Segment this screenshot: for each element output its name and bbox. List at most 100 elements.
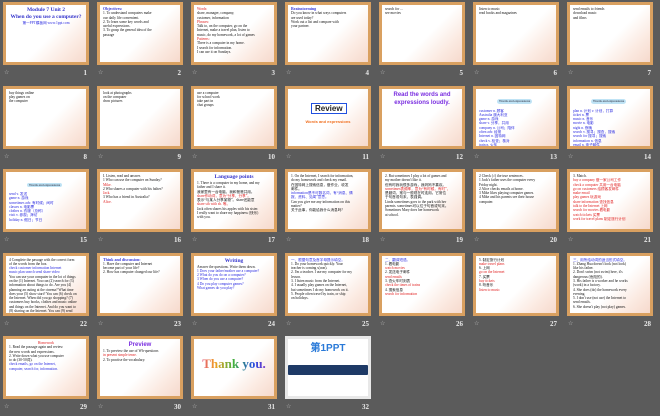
slide-thumbnail[interactable]: Writing Answer the questions. Write them … (191, 252, 277, 316)
slide-content: 二、翻译短语。 1. 看电影 watch movies 2. 发送电子邮件 se… (385, 258, 459, 311)
slide-number: 12 (456, 152, 463, 161)
slide-transition-icon: ☆ (98, 320, 104, 327)
slide-text-line: search for information (385, 291, 418, 296)
slide-thumbnail-cell: search for ... see movies ☆ 5 (379, 2, 465, 82)
slide-thumbnail[interactable]: Brainstorming Do you know in what ways co… (285, 2, 371, 65)
slide-content: look at photographs on the computer draw… (103, 91, 177, 144)
slide-thumbnail[interactable]: Words and expressions customer n. 顾客 Aus… (473, 85, 559, 149)
slide-transition-icon: ☆ (380, 237, 386, 243)
slide-thumbnail[interactable]: Think and discussion: 1. Have the compute… (97, 252, 183, 316)
slide-text-line: Read the words and (393, 91, 451, 98)
slide-thumbnail[interactable]: Homework 1. Read the passage again and re… (3, 336, 89, 399)
slide-thumbnail-cell: 5. 制定旅行计划 make travel plans 6. 上网 go on … (473, 252, 559, 333)
slide-text-line: expressions loudly. (394, 99, 450, 106)
slide-number: 27 (550, 319, 557, 328)
slide-text-line: and films (573, 15, 587, 20)
slide-thumbnail[interactable]: 2. But sometimes I play a lot of games a… (379, 169, 465, 232)
slide-text-line: 2. To practise the vocabulary. (103, 357, 146, 362)
slide-text-line: Writing (224, 257, 244, 264)
slide-text-line: 2. How has computer changed our life? (103, 270, 160, 275)
slide-transition-icon: ☆ (192, 153, 198, 160)
slide-thumbnail[interactable]: send emails to friends download music and … (567, 2, 653, 65)
slide-transition-icon: ☆ (286, 404, 292, 410)
slide-number: 14 (644, 152, 651, 161)
slide-thumbnail[interactable]: use a computer for school work take part… (191, 85, 277, 149)
slide-transition-icon: ☆ (98, 404, 104, 410)
slide-transition-icon: ☆ (474, 153, 480, 160)
slide-transition-icon: ☆ (474, 70, 480, 76)
slide-number: 11 (362, 152, 369, 161)
slide-number: 21 (644, 236, 651, 244)
slide-content: 1. On the Internet, I search for informa… (291, 174, 365, 227)
slide-text-line: computer, search for, information. (9, 366, 59, 371)
banner-graphic (288, 365, 368, 375)
slide-number: 4 (365, 69, 370, 77)
slide-thumbnail[interactable]: Words: share, manager, company, customer, … (191, 2, 277, 65)
slide-thumbnail[interactable]: I. Listen, read and answer. 1 Who can use… (97, 169, 183, 232)
slide-thumbnail-cell: Words: share, manager, company, customer, … (191, 2, 277, 82)
slide-thumbnail-cell: 4 Complete the passage with the correct … (3, 252, 89, 333)
slide-number: 10 (268, 152, 275, 161)
slide-thumbnail[interactable]: 三、用所给动词的适当形式填空。 1. Zhang Hua doesn't look… (567, 252, 653, 316)
slide-thumbnail-cell: Preview 1. To preview the use of Wh-quest… (97, 336, 183, 416)
slide-thumbnail-cell: 一、根据句意及首字母提示填空。 1. Do your homework quick… (285, 252, 371, 333)
slide-thumbnail[interactable]: 2 Check (√) the true sentences. 1 Jack's … (473, 169, 559, 232)
slide-thumbnail-cell: look at photographs on the computer draw… (97, 85, 183, 166)
slide-thumbnail[interactable]: Objectives: 1. To understand computers ma… (97, 2, 183, 65)
slide-number: 5 (459, 69, 464, 77)
slide-text-line: 第一PPT模板网 www.1ppt.com (22, 21, 70, 25)
slide-thumbnail[interactable]: Language points 1. There is a computer in… (191, 169, 277, 232)
slide-number: 2 (177, 69, 182, 77)
slide-text-line: Alice. (103, 199, 112, 204)
slide-text-line: 关于此事，你能给我什么消息吗? (291, 208, 343, 213)
slide-content: 2. But sometimes I play a lot of games a… (385, 174, 459, 227)
slide-thumbnail-cell: 二、翻译短语。 1. 看电影 watch movies 2. 发送电子邮件 se… (379, 252, 465, 333)
slide-thumbnail[interactable]: buy things online play games on the comput… (3, 85, 89, 149)
slide-thumbnail[interactable]: 5. 制定旅行计划 make travel plans 6. 上网 go on … (473, 252, 559, 316)
slide-number: 17 (268, 236, 275, 244)
slide-text-line: on holidays. (291, 296, 309, 301)
slide-number: 23 (174, 319, 181, 328)
slide-transition-icon: ☆ (192, 70, 198, 76)
slide-thumbnail[interactable]: Preview 1. To preview the use of Wh-quest… (97, 336, 183, 399)
slide-thumbnail[interactable]: 第1PPT (285, 336, 371, 399)
slide-number: 22 (80, 319, 87, 328)
slide-thumbnail[interactable]: 二、翻译短语。 1. 看电影 watch movies 2. 发送电子邮件 se… (379, 252, 465, 316)
slide-thumbnail[interactable]: 一、根据句意及首字母提示填空。 1. Do your homework quick… (285, 252, 371, 316)
slide-thumbnail[interactable]: look at photographs on the computer draw… (97, 85, 183, 149)
slide-content: Words and expressions customer n. 顾客 Aus… (479, 91, 553, 146)
slide-thumbnail[interactable]: listen to music read books and magazines (473, 2, 559, 65)
slide-number: 25 (362, 319, 369, 328)
slide-content: 一、根据句意及首字母提示填空。 1. Do your homework quick… (291, 258, 365, 311)
slide-thumbnail[interactable]: 1. On the Internet, I search for informa… (285, 169, 371, 232)
slide-thumbnail[interactable]: Thank you. (191, 336, 277, 399)
slide-thumbnail[interactable]: Module 7 Unit 2 When do you use a compute… (3, 2, 89, 65)
slide-number: 28 (644, 319, 651, 328)
slide-content: Review Words and expressions (291, 91, 365, 144)
slide-thumbnail-cell: 1. On the Internet, I search for informa… (285, 169, 371, 249)
slide-thumbnail[interactable]: 4 Complete the passage with the correct … (3, 252, 89, 316)
slide-text-line: computer. (479, 199, 494, 204)
slide-thumbnail[interactable]: Words and expressions plan n. 计划 v. 计划，打… (567, 85, 653, 149)
slide-thumbnail[interactable]: Words and expressions send v. 发送 game n.… (3, 169, 89, 232)
slide-text-line: listen to music (479, 287, 500, 292)
slide-text-line: emails, or speak to friends. (9, 313, 48, 316)
slide-text-line: travel n. 旅行 (479, 147, 553, 148)
slide-text-line: Thank you. (197, 353, 271, 375)
slide-thumbnail-cell: Read the words and expressions loudly. ☆ 12 (379, 85, 465, 166)
slide-thumbnail[interactable]: Review Words and expressions (285, 85, 371, 149)
slide-transition-icon: ☆ (568, 70, 574, 76)
slide-thumbnail[interactable]: search for ... see movies (379, 2, 465, 65)
slide-transition-icon: ☆ (568, 237, 574, 243)
slide-text-line: Module 7 Unit 2 (26, 7, 66, 13)
slide-thumbnail[interactable]: 3. Match. buy a company 做一家公司工作 check a co… (567, 169, 653, 232)
slide-number: 20 (550, 236, 557, 244)
slide-transition-icon: ☆ (4, 320, 10, 327)
slide-thumbnail-cell: Think and discussion: 1. Have the compute… (97, 252, 183, 333)
slide-content: Language points 1. There is a computer in… (197, 174, 271, 227)
slide-thumbnail-cell: Module 7 Unit 2 When do you use a compute… (3, 2, 89, 82)
slide-text-line: Review (311, 102, 347, 114)
slide-content: Think and discussion: 1. Have the compute… (103, 258, 177, 311)
slide-thumbnail[interactable]: Read the words and expressions loudly. (379, 85, 465, 149)
slide-transition-icon: ☆ (4, 153, 10, 160)
